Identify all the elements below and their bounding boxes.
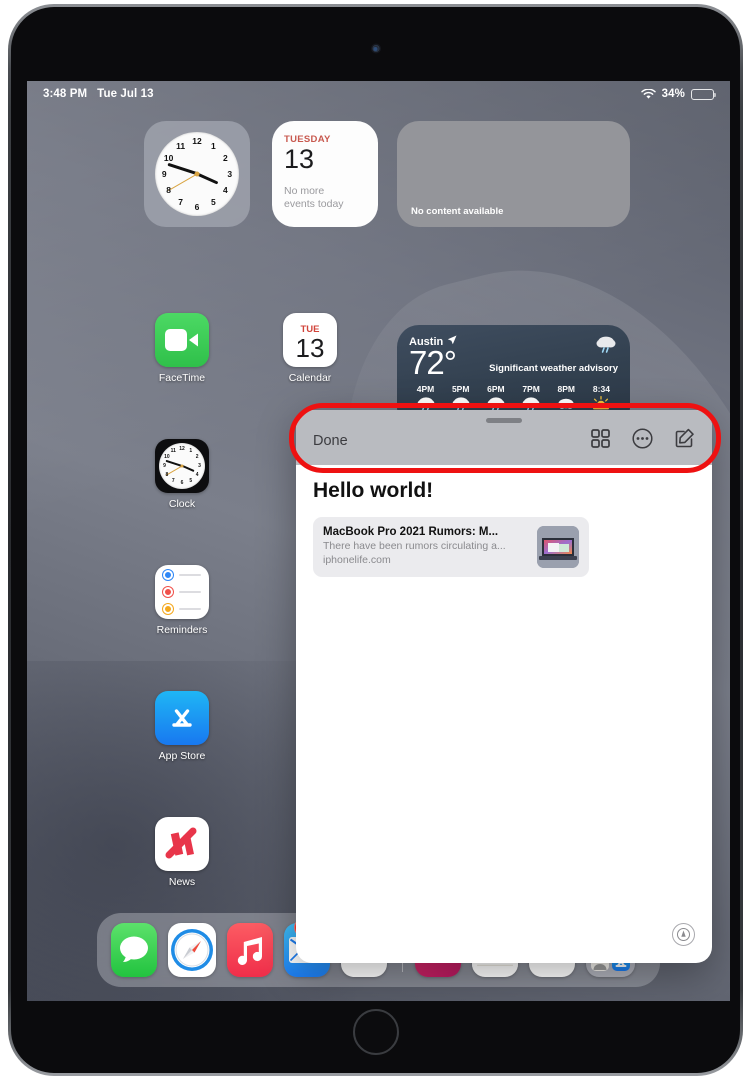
news-icon bbox=[155, 817, 209, 871]
more-ellipsis-icon[interactable] bbox=[632, 427, 653, 454]
app-facetime[interactable]: FaceTime bbox=[139, 313, 225, 384]
app-store-icon bbox=[155, 691, 209, 745]
link-preview-site: iphonelife.com bbox=[323, 554, 391, 566]
clock-face: 1 2 3 4 5 6 7 8 9 10 11 12 bbox=[155, 132, 239, 216]
app-calendar[interactable]: TUE 13 Calendar bbox=[267, 313, 353, 384]
app-label: FaceTime bbox=[158, 372, 206, 384]
weather-hour-label: 8PM bbox=[557, 384, 575, 394]
compose-note-icon[interactable] bbox=[675, 428, 695, 453]
calendar-widget-day: 13 bbox=[284, 144, 315, 174]
clock-numeral: 6 bbox=[194, 201, 200, 212]
note-title: Hello world! bbox=[313, 479, 434, 502]
app-label: App Store bbox=[158, 750, 206, 762]
app-label: Calendar bbox=[288, 372, 332, 384]
ipad-device: 3:48 PM Tue Jul 13 34% 1 2 3 4 5 6 7 8 9… bbox=[8, 4, 743, 1076]
clock-numeral: 2 bbox=[222, 152, 228, 163]
calendar-icon-day: 13 bbox=[295, 332, 325, 363]
empty-widget[interactable]: No content available bbox=[397, 121, 630, 227]
notes-toolbar-actions bbox=[591, 427, 695, 454]
weather-hour-label: 7PM bbox=[522, 384, 540, 394]
notes-slide-over-panel: Done Hello world! MacBook Pro 2021 Rumor… bbox=[296, 410, 712, 963]
clock-numeral: 5 bbox=[211, 197, 216, 208]
weather-hour-label: 8:34 bbox=[592, 384, 610, 394]
clock-numeral: 5 bbox=[189, 478, 193, 485]
front-camera bbox=[372, 45, 379, 52]
app-clock[interactable]: 1 2 3 4 5 6 7 8 9 10 11 12 Clock bbox=[139, 439, 225, 510]
messages-icon bbox=[120, 936, 148, 962]
app-reminders[interactable]: Reminders bbox=[139, 565, 225, 636]
clock-numeral: 8 bbox=[165, 471, 169, 478]
clock-numeral: 11 bbox=[170, 447, 176, 454]
empty-widget-message: No content available bbox=[411, 206, 504, 217]
macbook-thumbnail bbox=[537, 526, 579, 568]
done-button[interactable]: Done bbox=[313, 433, 348, 449]
clock-widget[interactable]: 1 2 3 4 5 6 7 8 9 10 11 12 bbox=[144, 121, 250, 227]
music-icon bbox=[237, 937, 263, 965]
status-bar: 3:48 PM Tue Jul 13 34% bbox=[27, 81, 730, 107]
grid-view-icon[interactable] bbox=[591, 428, 610, 453]
app-news[interactable]: News bbox=[139, 817, 225, 888]
weather-advisory: Significant weather advisory bbox=[489, 363, 618, 374]
link-preview-description: There have been rumors circulating a... bbox=[323, 540, 506, 552]
weather-hour-label: 4PM bbox=[416, 384, 435, 394]
clock-numeral: 1 bbox=[211, 140, 216, 151]
clock-center-pin bbox=[194, 171, 200, 177]
clock-numeral: 9 bbox=[163, 463, 166, 469]
status-time: 3:48 PM bbox=[43, 88, 88, 100]
weather-hour-label: 6PM bbox=[487, 384, 505, 394]
safari-icon bbox=[171, 929, 214, 971]
facetime-icon bbox=[155, 313, 209, 367]
cloud-rain-icon bbox=[595, 334, 617, 359]
clock-icon-face: 1 2 3 4 5 6 7 8 9 10 11 12 bbox=[159, 443, 205, 489]
battery-percent-label: 34% bbox=[661, 88, 685, 100]
hour-hand bbox=[196, 172, 219, 185]
ipad-screen: 3:48 PM Tue Jul 13 34% 1 2 3 4 5 6 7 8 9… bbox=[27, 81, 730, 1001]
clock-numeral: 3 bbox=[227, 169, 233, 179]
clock-numeral: 8 bbox=[166, 185, 171, 196]
clock-numeral: 6 bbox=[180, 480, 184, 487]
weather-hour-label: 5PM bbox=[451, 384, 470, 394]
link-preview-title: MacBook Pro 2021 Rumors: M... bbox=[323, 526, 499, 538]
app-label: News bbox=[168, 876, 196, 888]
clock-numeral: 4 bbox=[222, 185, 228, 196]
home-button[interactable] bbox=[352, 1009, 399, 1055]
notes-toolbar: Done bbox=[296, 410, 712, 465]
link-preview-text: MacBook Pro 2021 Rumors: M... There have… bbox=[323, 526, 506, 568]
markup-pen-icon[interactable] bbox=[672, 923, 695, 946]
app-app-store[interactable]: App Store bbox=[139, 691, 225, 762]
dock-item-music[interactable] bbox=[227, 923, 274, 977]
app-label: Reminders bbox=[156, 624, 208, 636]
clock-icon: 1 2 3 4 5 6 7 8 9 10 11 12 bbox=[155, 439, 209, 493]
clock-numeral: 7 bbox=[178, 197, 183, 208]
device-bezel: 3:48 PM Tue Jul 13 34% 1 2 3 4 5 6 7 8 9… bbox=[11, 7, 740, 1073]
calendar-icon: TUE 13 bbox=[283, 313, 337, 367]
panel-grabber-handle[interactable] bbox=[486, 418, 522, 423]
clock-numeral: 11 bbox=[176, 140, 186, 151]
clock-numeral: 12 bbox=[192, 136, 202, 147]
clock-center-pin bbox=[180, 464, 184, 468]
calendar-widget[interactable]: TUESDAY 13 No more events today bbox=[272, 121, 378, 227]
reminders-icon bbox=[155, 565, 209, 619]
dock-item-messages[interactable] bbox=[111, 923, 158, 977]
battery-icon bbox=[691, 88, 717, 100]
minute-hand bbox=[167, 163, 198, 176]
clock-numeral: 9 bbox=[161, 169, 167, 179]
calendar-widget-status: No more events today bbox=[284, 185, 344, 210]
status-date: Tue Jul 13 bbox=[97, 88, 154, 100]
dock-item-safari[interactable] bbox=[168, 923, 217, 977]
link-preview-card[interactable]: MacBook Pro 2021 Rumors: M... There have… bbox=[313, 517, 589, 577]
clock-numeral: 10 bbox=[163, 152, 174, 163]
note-content[interactable]: Hello world! MacBook Pro 2021 Rumors: M.… bbox=[296, 465, 712, 577]
status-bar-left: 3:48 PM Tue Jul 13 bbox=[43, 88, 154, 100]
app-label: Clock bbox=[168, 498, 196, 510]
clock-numeral: 12 bbox=[179, 445, 185, 452]
status-bar-right: 34% bbox=[640, 87, 717, 100]
wifi-icon bbox=[640, 87, 656, 100]
